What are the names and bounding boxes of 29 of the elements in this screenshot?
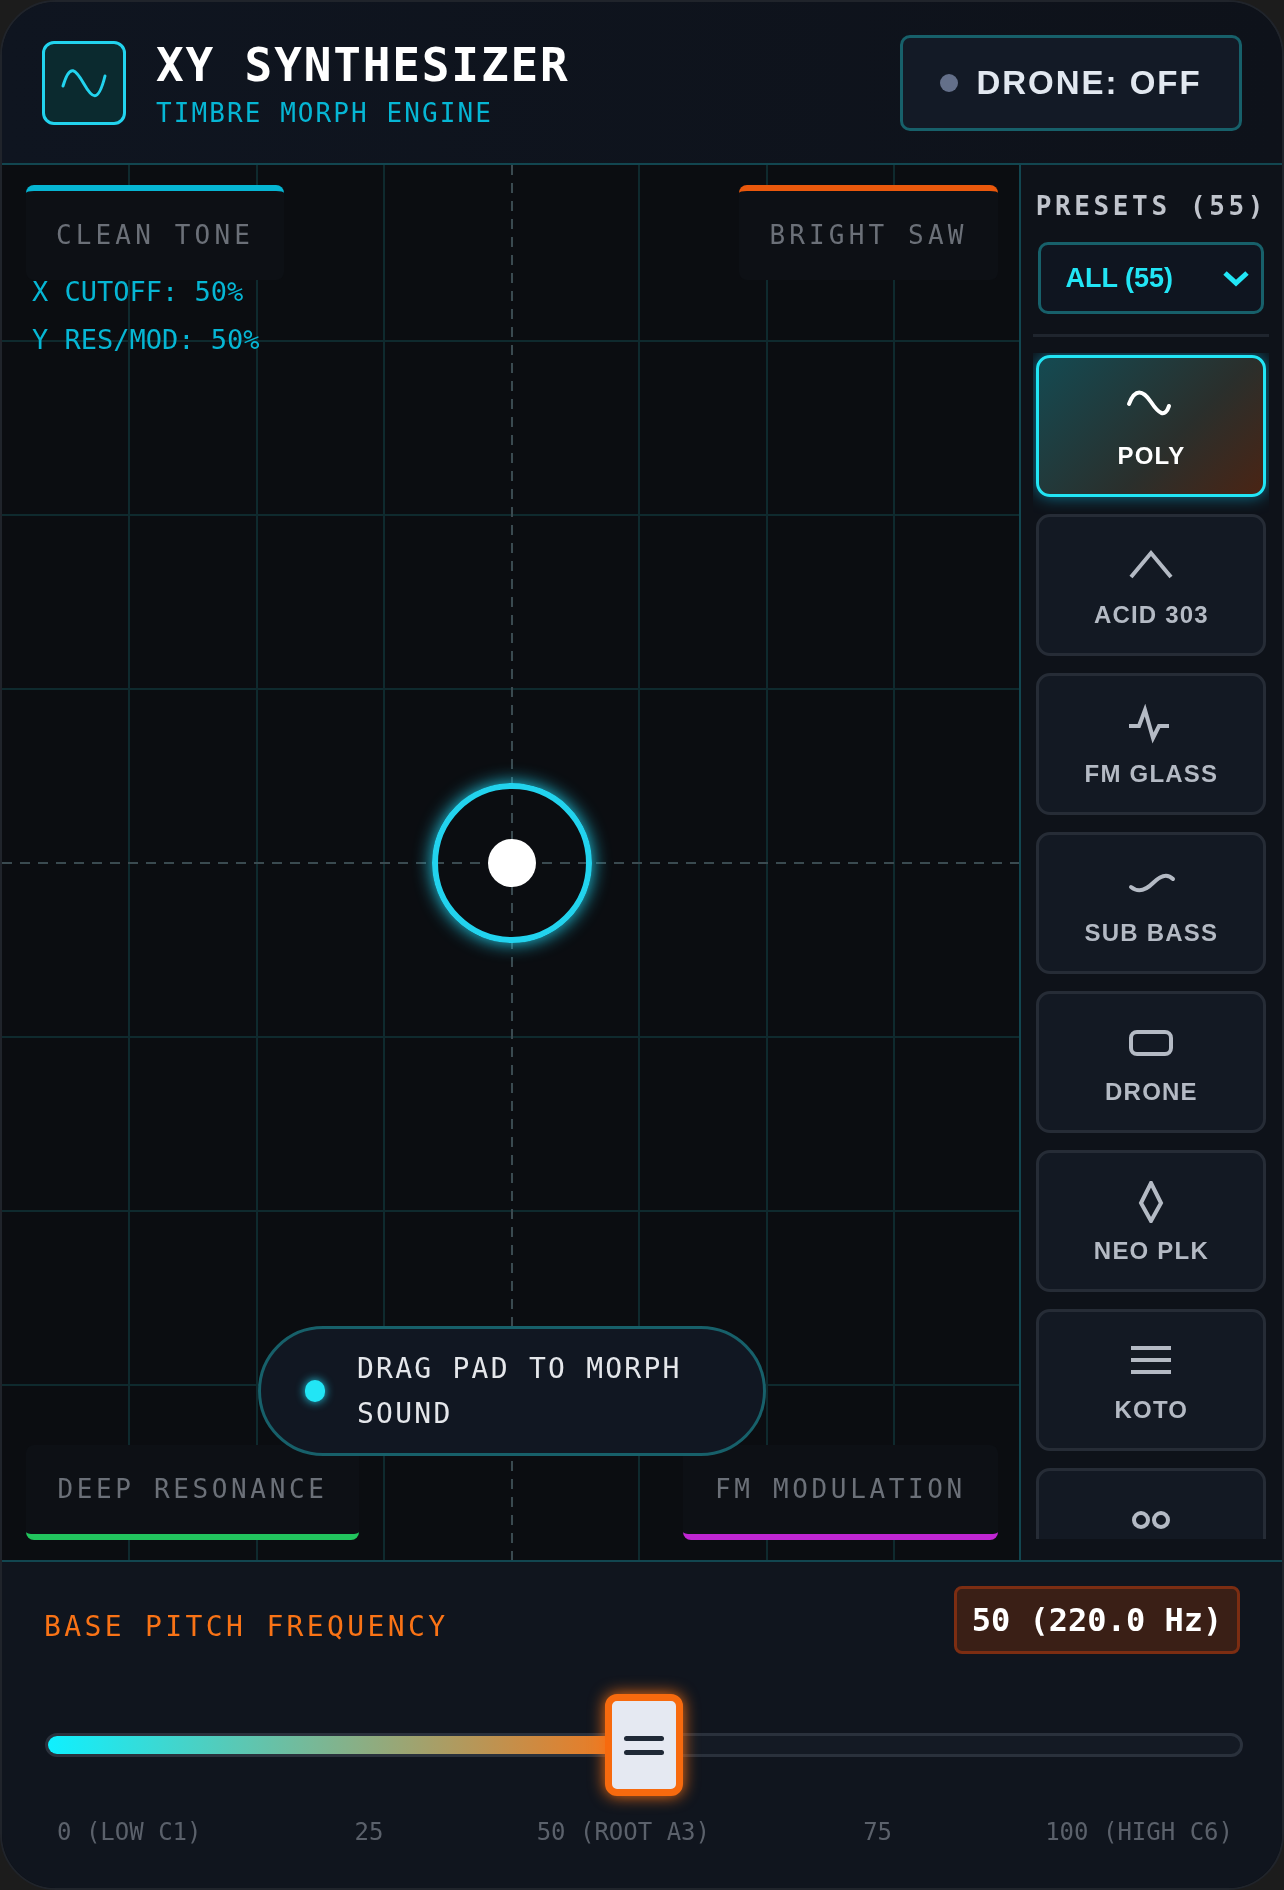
tick-label: 100 (HIGH C6) (1045, 1817, 1233, 1848)
preset-card[interactable]: SUB BASS (1036, 832, 1267, 974)
y-readout: Y RES/MOD: 50% (32, 323, 260, 357)
corner-label-card: BRIGHT SAW (739, 185, 998, 280)
preset-card[interactable]: FM GLASS (1036, 673, 1267, 815)
preset-card[interactable]: DRONE (1036, 991, 1267, 1133)
xy-pad[interactable]: CLEAN TONE BRIGHT SAW DEEP RESONANCE FM MODULATION X CUTOFF: 50% Y RES/MOD: 50% DRAG PAD TO MORPH SOUND (2, 165, 1019, 1560)
corner-label-card: DEEP RESONANCE (26, 1445, 359, 1540)
corner-label-card: CLEAN TONE (26, 185, 284, 280)
slider-thumb[interactable] (605, 1694, 683, 1796)
app-title: XY SYNTHESIZER (156, 37, 570, 92)
tick-label: 75 (863, 1817, 893, 1848)
tick-label: 0 (LOW C1) (57, 1817, 202, 1848)
preset-card[interactable]: KOTO (1036, 1309, 1267, 1451)
preset-card[interactable]: NEO PLK (1036, 1150, 1267, 1292)
presets-heading: PRESETS (55) (1035, 190, 1268, 223)
tick-label: 25 (354, 1817, 384, 1848)
hint-text: DRAG PAD TO MORPH SOUND (357, 1351, 683, 1432)
pitch-value: 50 (220.0 Hz) (954, 1586, 1240, 1654)
drone-toggle-button[interactable]: DRONE: OFF (900, 34, 1242, 131)
pitch-label: BASE PITCH FREQUENCY (44, 1609, 449, 1645)
filter-dropdown[interactable]: ALL (55) (1038, 242, 1265, 314)
pad-puck[interactable] (432, 783, 592, 943)
waveform-logo-icon (42, 40, 126, 125)
app-subtitle: TIMBRE MORPH ENGINE (156, 97, 494, 128)
corner-label-card: FM MODULATION (683, 1445, 998, 1540)
tick-label: 50 (ROOT A3) (536, 1817, 710, 1848)
preset-card[interactable]: POLY (1036, 355, 1267, 497)
preset-card[interactable]: ACID 303 (1036, 514, 1267, 656)
